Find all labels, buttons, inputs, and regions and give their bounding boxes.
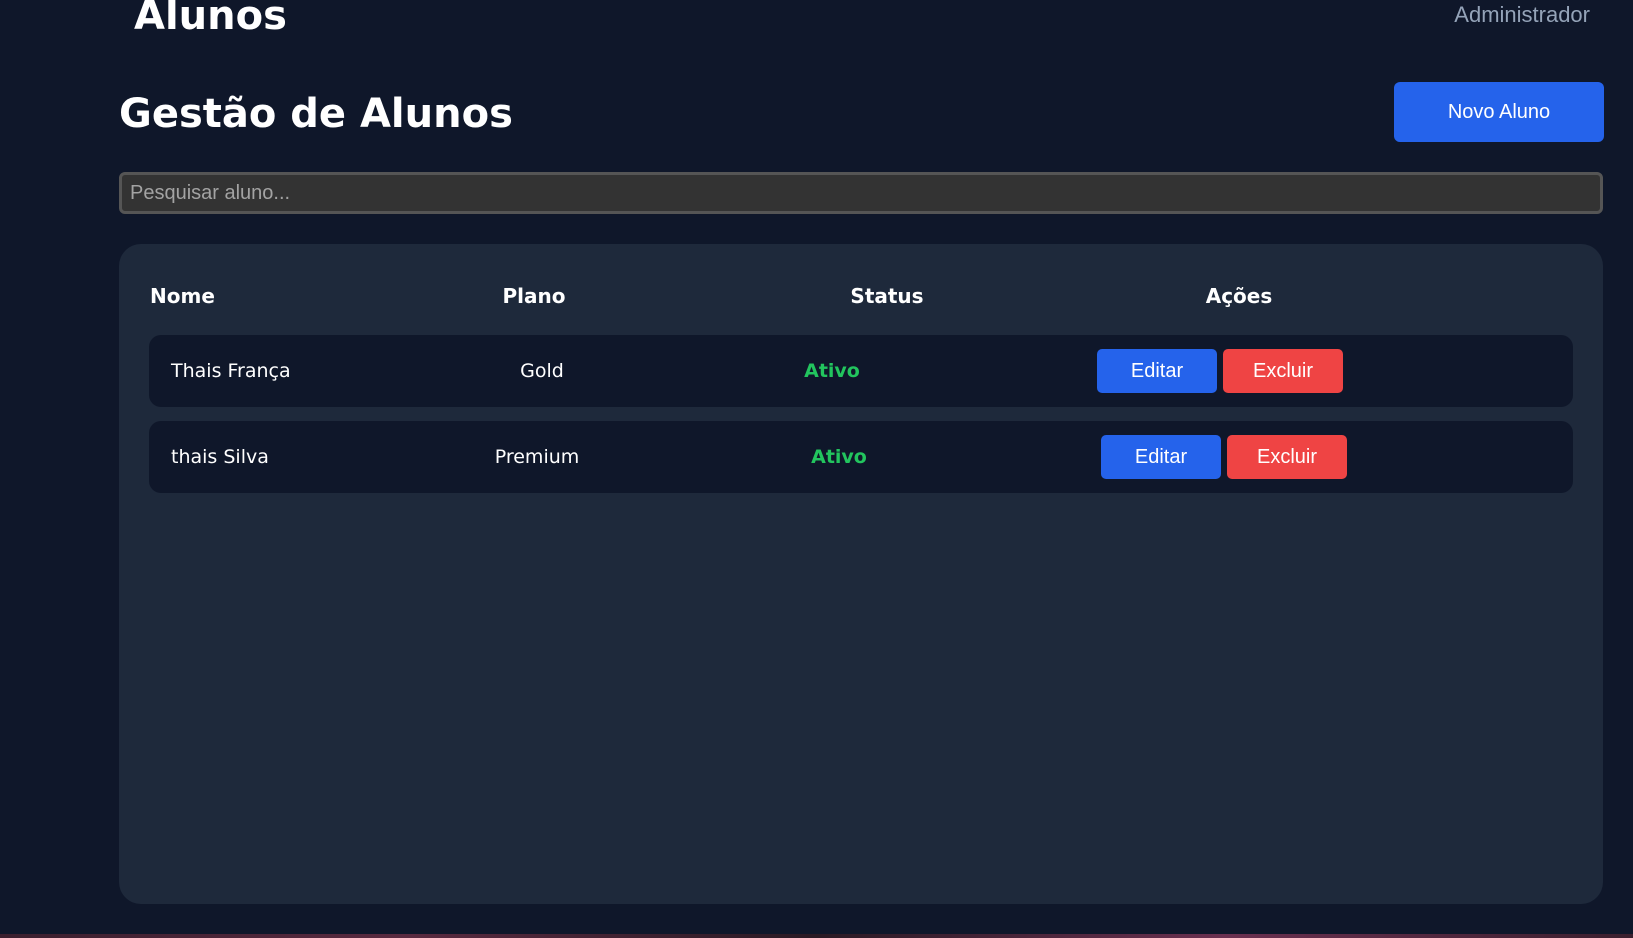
delete-button[interactable]: Excluir [1223,349,1343,393]
edit-button[interactable]: Editar [1101,435,1221,479]
students-table: Nome Plano Status Ações Thais França Gol… [119,244,1603,904]
column-header-actions: Ações [1205,284,1273,308]
search-input[interactable] [119,172,1603,214]
table-row: Thais França Gold Ativo Editar Excluir [149,335,1573,407]
student-name: Thais França [171,360,291,382]
page-title: Gestão de Alunos [119,91,513,137]
user-label[interactable]: Administrador [1454,2,1590,28]
column-header-plan: Plano [502,284,566,308]
new-student-button[interactable]: Novo Aluno [1394,82,1604,142]
delete-button[interactable]: Excluir [1227,435,1347,479]
taskbar-edge [0,934,1633,938]
app-title: Alunos [134,0,287,39]
status-badge: Ativo [804,360,860,382]
column-header-name: Nome [150,284,215,308]
page: Alunos Administrador Gestão de Alunos No… [0,0,1633,938]
student-plan: Premium [494,446,580,468]
table-row: thais Silva Premium Ativo Editar Excluir [149,421,1573,493]
student-name: thais Silva [171,446,269,468]
column-header-status: Status [850,284,924,308]
edit-button[interactable]: Editar [1097,349,1217,393]
status-badge: Ativo [811,446,867,468]
student-plan: Gold [520,360,564,382]
